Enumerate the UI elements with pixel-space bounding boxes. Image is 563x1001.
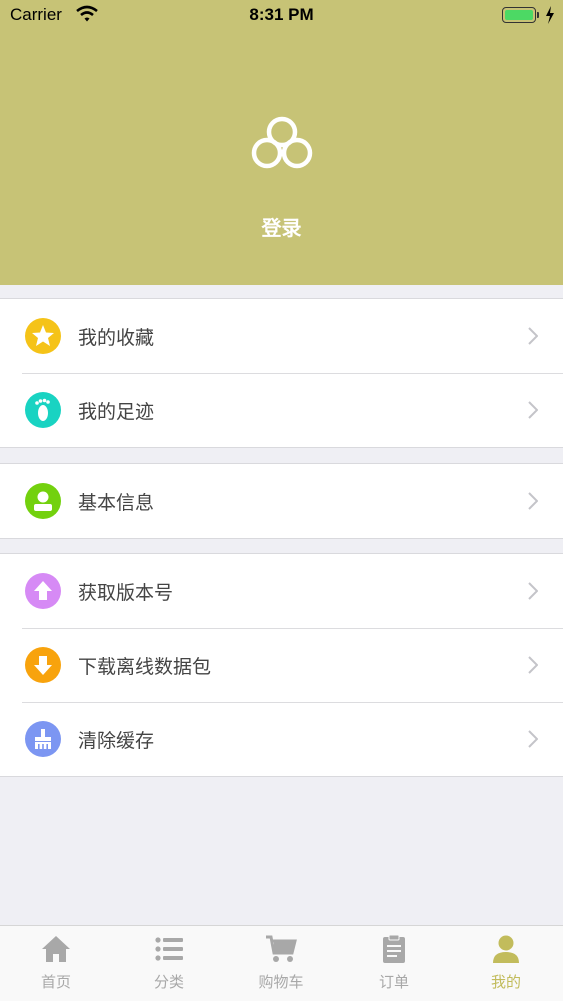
menu-item-label: 基本信息	[78, 492, 155, 514]
chevron-right-icon	[528, 401, 538, 419]
list-icon	[155, 937, 183, 961]
broom-icon	[25, 721, 61, 757]
cart-icon	[266, 935, 297, 962]
tab-label: 我的	[490, 973, 521, 991]
menu-item-footprints[interactable]: 我的足迹	[0, 373, 563, 447]
chevron-right-icon	[528, 656, 538, 674]
profile-header: Carrier 8:31 PM 登录	[0, 0, 563, 285]
tab-cart[interactable]: 购物车	[225, 926, 337, 1001]
charging-bolt-icon	[546, 6, 554, 24]
arrow-down-icon	[25, 647, 61, 683]
tab-label: 分类	[153, 973, 184, 991]
menu-group-favorites: 我的收藏 我的足迹	[0, 298, 563, 448]
chevron-right-icon	[528, 327, 538, 345]
menu-item-download-offline-package[interactable]: 下载离线数据包	[0, 628, 563, 702]
menu-item-favorites[interactable]: 我的收藏	[0, 299, 563, 373]
menu-item-label: 清除缓存	[78, 730, 155, 752]
tab-label: 订单	[378, 973, 409, 991]
chevron-right-icon	[528, 730, 538, 748]
chevron-right-icon	[528, 492, 538, 510]
person-icon	[493, 935, 519, 963]
menu-item-clear-cache[interactable]: 清除缓存	[0, 702, 563, 776]
menu-item-label: 我的收藏	[78, 327, 155, 349]
battery-icon	[502, 7, 536, 23]
menu-item-label: 我的足迹	[78, 401, 155, 423]
status-bar: Carrier 8:31 PM	[0, 0, 563, 32]
tab-bar: 首页 分类 购物车 订单 我的	[0, 925, 563, 1001]
star-icon	[25, 318, 61, 354]
clipboard-icon	[383, 934, 405, 963]
menu-group-system: 获取版本号 下载离线数据包 清除缓存	[0, 553, 563, 777]
arrow-up-icon	[25, 573, 61, 609]
battery-tip	[537, 12, 539, 18]
clock-time: 8:31 PM	[249, 5, 314, 24]
chevron-right-icon	[528, 582, 538, 600]
menu-item-get-version[interactable]: 获取版本号	[0, 554, 563, 628]
tab-orders[interactable]: 订单	[338, 926, 450, 1001]
menu-item-basic-info[interactable]: 基本信息	[0, 464, 563, 538]
tab-label: 首页	[40, 973, 71, 991]
menu-item-label: 下载离线数据包	[78, 656, 212, 678]
tab-categories[interactable]: 分类	[113, 926, 225, 1001]
app-logo-icon[interactable]	[250, 115, 314, 171]
menu-group-profile: 基本信息	[0, 463, 563, 539]
menu-item-label: 获取版本号	[78, 582, 174, 604]
footprint-icon	[25, 392, 61, 428]
home-icon	[42, 936, 70, 962]
tab-home[interactable]: 首页	[0, 926, 112, 1001]
user-icon	[25, 483, 61, 519]
tab-me[interactable]: 我的	[450, 926, 562, 1001]
tab-label: 购物车	[258, 973, 304, 991]
login-button[interactable]: 登录	[0, 212, 563, 241]
